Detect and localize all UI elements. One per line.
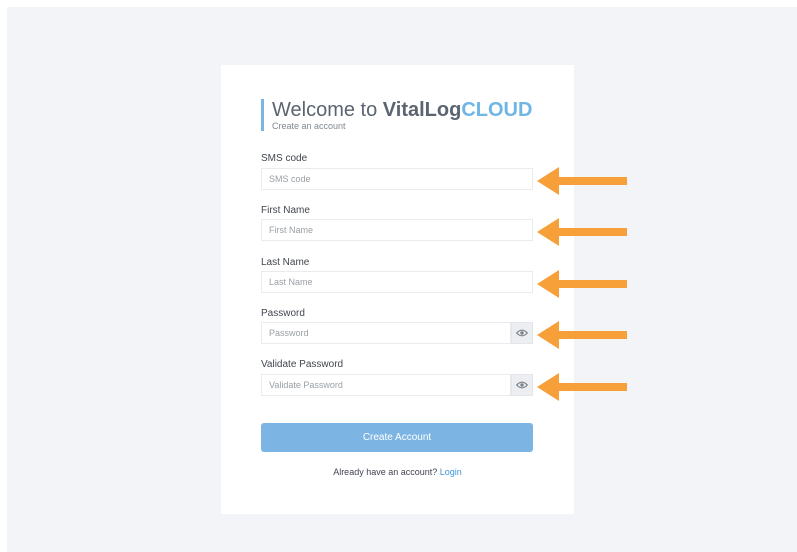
arrow-left-icon xyxy=(537,270,627,298)
sms-code-label: SMS code xyxy=(261,153,308,164)
page-title: Welcome to VitalLogCLOUD xyxy=(272,99,532,121)
password-label: Password xyxy=(261,308,305,319)
first-name-input[interactable] xyxy=(261,219,533,241)
validate-password-label: Validate Password xyxy=(261,359,344,370)
arrow-left-icon xyxy=(537,167,627,195)
login-prompt-text: Already have an account? xyxy=(333,467,438,477)
first-name-label: First Name xyxy=(261,205,310,216)
sms-code-input[interactable] xyxy=(261,168,533,190)
brand-name: VitalLog xyxy=(382,99,462,121)
arrow-left-icon xyxy=(537,218,627,246)
validate-password-input[interactable] xyxy=(261,374,511,396)
login-link[interactable]: Login xyxy=(440,467,462,477)
last-name-label: Last Name xyxy=(261,257,310,268)
eye-icon xyxy=(516,329,528,337)
eye-icon xyxy=(516,381,528,389)
last-name-input[interactable] xyxy=(261,271,533,293)
login-prompt: Already have an account? Login xyxy=(221,467,574,477)
arrow-left-icon xyxy=(537,373,627,401)
title-prefix: Welcome to xyxy=(272,99,383,121)
page-subtitle: Create an account xyxy=(272,121,346,131)
arrow-left-icon xyxy=(537,321,627,349)
page-header: Welcome to VitalLogCLOUD Create an accou… xyxy=(261,99,532,131)
validate-password-visibility-toggle[interactable] xyxy=(511,374,533,396)
signup-card: Welcome to VitalLogCLOUD Create an accou… xyxy=(221,65,574,514)
password-input[interactable] xyxy=(261,322,511,344)
create-account-button[interactable]: Create Account xyxy=(261,423,533,452)
password-visibility-toggle[interactable] xyxy=(511,322,533,344)
brand-accent: CLOUD xyxy=(461,99,533,121)
